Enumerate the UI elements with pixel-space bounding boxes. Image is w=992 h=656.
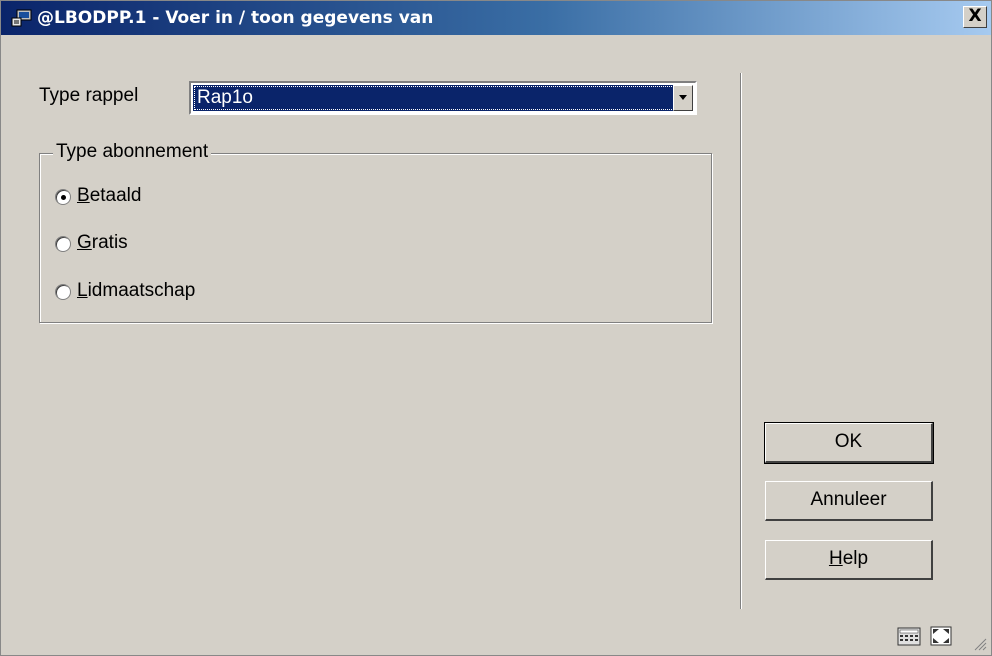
cancel-button[interactable]: Annuleer bbox=[765, 481, 933, 521]
ok-button-label: OK bbox=[834, 431, 863, 452]
type-rappel-selected-value: Rap1o bbox=[193, 85, 677, 111]
radio-circle[interactable] bbox=[55, 189, 71, 205]
type-rappel-label: Type rappel bbox=[39, 85, 139, 106]
radio-lidmaatschap-label: Lidmaatschap bbox=[77, 280, 196, 301]
radio-betaald-label: Betaald bbox=[77, 185, 142, 206]
close-icon: X bbox=[968, 6, 982, 26]
type-abonnement-legend: Type abonnement bbox=[53, 141, 212, 163]
type-rappel-select[interactable]: Rap1o bbox=[189, 81, 697, 115]
cancel-button-label: Annuleer bbox=[810, 489, 887, 510]
help-button-label: Help bbox=[828, 548, 869, 569]
radio-selected-dot bbox=[61, 195, 66, 200]
dialog-window: @LBODPP.1 - Voer in / toon gegevens van … bbox=[0, 0, 992, 656]
radio-circle[interactable] bbox=[55, 236, 71, 252]
resize-grip-icon[interactable] bbox=[973, 637, 987, 651]
close-button[interactable]: X bbox=[963, 6, 987, 28]
window-title: @LBODPP.1 - Voer in / toon gegevens van bbox=[37, 8, 434, 28]
radio-circle[interactable] bbox=[55, 284, 71, 300]
title-bar[interactable]: @LBODPP.1 - Voer in / toon gegevens van … bbox=[1, 1, 991, 35]
calculator-icon[interactable] bbox=[897, 625, 921, 647]
radio-gratis-label: Gratis bbox=[77, 232, 128, 253]
help-button[interactable]: Help bbox=[765, 540, 933, 580]
chevron-down-icon bbox=[679, 95, 687, 100]
maximize-icon[interactable] bbox=[929, 625, 953, 647]
dropdown-button[interactable] bbox=[673, 85, 693, 111]
application-icon bbox=[11, 9, 32, 27]
ok-button[interactable]: OK bbox=[764, 422, 934, 464]
vertical-divider bbox=[740, 73, 742, 609]
